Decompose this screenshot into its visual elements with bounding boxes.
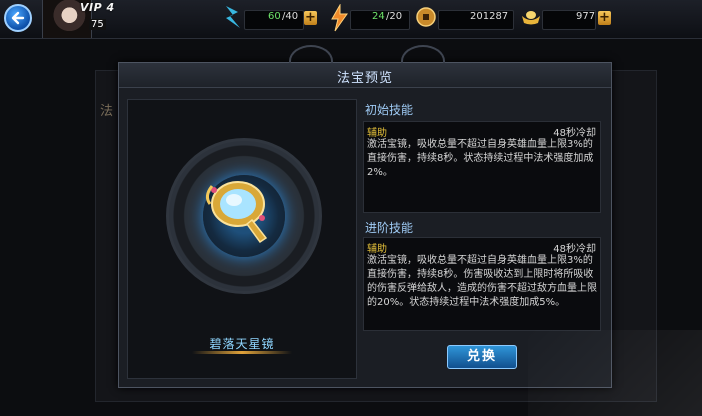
- exchange-button[interactable]: 兑换: [447, 345, 517, 369]
- coin-amount: 201287: [470, 11, 509, 22]
- coin-icon: [416, 7, 436, 27]
- arrow-left-icon: [11, 11, 25, 25]
- initial-skill-type: 辅助: [367, 128, 387, 139]
- back-button[interactable]: [4, 4, 32, 32]
- add-gold-button[interactable]: +: [598, 11, 611, 25]
- corner-light-overlay: [528, 330, 702, 416]
- initial-skill-description: 激活宝镜，吸收总量不超过自身英雄血量上限3%的直接伤害，持续8秒。状态持续过程中…: [367, 139, 594, 178]
- energy-current: 24: [372, 11, 385, 22]
- stamina-max: /40: [282, 11, 299, 22]
- dialog-header: 法宝预览: [119, 63, 611, 88]
- artifact-name: 碧落天星镜: [209, 337, 275, 351]
- energy-max: /20: [386, 11, 403, 22]
- advanced-skill-description: 激活宝镜，吸收总量不超过自身英雄血量上限3%的直接伤害，持续8秒。伤害吸收达到上…: [367, 255, 597, 308]
- add-stamina-button[interactable]: +: [304, 11, 317, 25]
- vip-badge[interactable]: VIP 4: [80, 1, 115, 14]
- player-level: 75: [89, 19, 106, 30]
- advanced-skill-box: 辅助 48秒冷却 激活宝镜，吸收总量不超过自身英雄血量上限3%的直接伤害，持续8…: [363, 237, 601, 331]
- artifact-display-panel: 碧落天星镜: [127, 99, 357, 379]
- mirror-artifact-icon[interactable]: [200, 170, 280, 250]
- background-text-fragment: 法: [100, 104, 114, 119]
- energy-icon: [331, 4, 348, 32]
- gold-amount: 977: [576, 11, 596, 22]
- advanced-skill-type: 辅助: [367, 244, 387, 255]
- top-hud: VIP 4 75 60 /40 + 24 /20 201287 977 +: [0, 0, 702, 39]
- initial-skill-box: 辅助 48秒冷却 激活宝镜，吸收总量不超过自身英雄血量上限3%的直接伤害，持续8…: [363, 121, 601, 213]
- stamina-current: 60: [268, 11, 281, 22]
- initial-skill-cooldown: 48秒冷却: [553, 128, 596, 139]
- advanced-skill-heading: 进阶技能: [365, 221, 414, 235]
- initial-skill-heading: 初始技能: [365, 103, 414, 117]
- stamina-icon: [226, 6, 240, 28]
- name-underline-glow: [192, 351, 292, 354]
- dialog-title: 法宝预览: [336, 71, 393, 86]
- gold-ingot-icon: [522, 11, 540, 25]
- advanced-skill-cooldown: 48秒冷却: [553, 244, 596, 255]
